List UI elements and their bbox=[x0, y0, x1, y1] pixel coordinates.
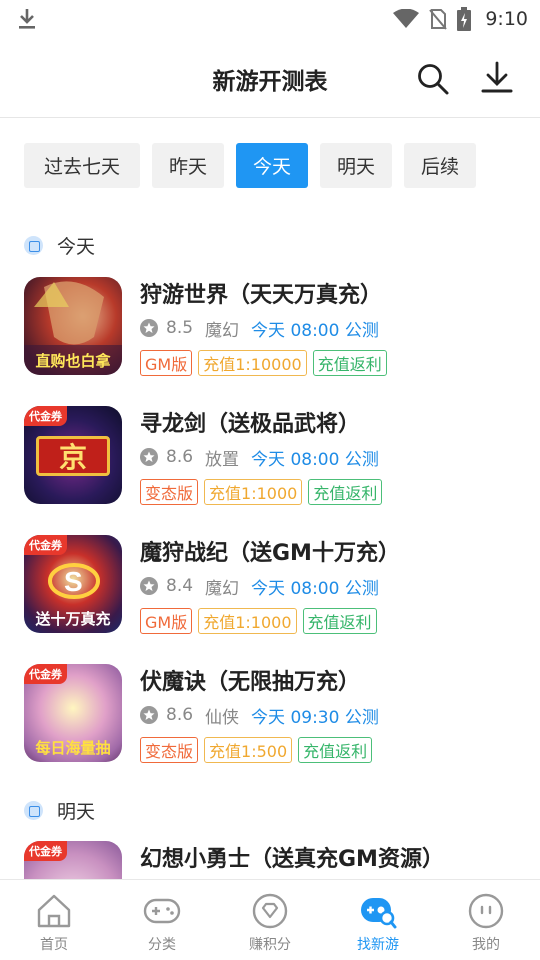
tag: 充值1:500 bbox=[204, 737, 293, 763]
open-time: 今天 08:00 公测 bbox=[251, 449, 379, 470]
page-title: 新游开测表 bbox=[212, 69, 328, 95]
list-item[interactable]: 代金券 每日海量抽 伏魔诀（无限抽万充） 8.6 仙侠 今天 09:30 公测 … bbox=[24, 664, 524, 764]
icon-emblem: 京 bbox=[36, 436, 110, 476]
wifi-icon bbox=[393, 9, 420, 28]
tag: GM版 bbox=[140, 608, 193, 634]
tag: 充值1:10000 bbox=[198, 350, 307, 376]
genre: 魔幻 bbox=[205, 320, 240, 341]
tag: 充值1:1000 bbox=[198, 608, 297, 634]
rating: 8.4 bbox=[166, 576, 194, 596]
nav-label: 首页 bbox=[40, 937, 68, 953]
nav-label: 找新游 bbox=[357, 937, 399, 953]
section-title: 今天 bbox=[57, 235, 96, 258]
open-time: 今天 09:30 公测 bbox=[251, 707, 379, 728]
tag: 充值返利 bbox=[302, 608, 377, 634]
date-tabs: 过去七天 昨天 今天 明天 后续 bbox=[24, 143, 488, 188]
tag: 充值返利 bbox=[308, 479, 383, 505]
open-time: 今天 08:00 公测 bbox=[251, 320, 379, 341]
tag-list: GM版 充值1:1000 充值返利 bbox=[140, 608, 383, 634]
tag-list: 变态版 充值1:1000 充值返利 bbox=[140, 479, 388, 505]
game-icon: 代金券 每日海量抽 bbox=[24, 664, 122, 762]
tab-yesterday[interactable]: 昨天 bbox=[152, 143, 224, 188]
nav-profile[interactable]: 我的 bbox=[432, 880, 540, 960]
voucher-badge: 代金券 bbox=[24, 406, 67, 426]
nav-label: 赚积分 bbox=[249, 937, 291, 953]
nav-home[interactable]: 首页 bbox=[0, 880, 108, 960]
icon-caption: 京 bbox=[58, 441, 87, 474]
nav-category[interactable]: 分类 bbox=[108, 880, 216, 960]
find-game-icon bbox=[361, 898, 397, 929]
status-bar: 9:10 bbox=[0, 0, 540, 38]
star-icon bbox=[140, 319, 158, 337]
genre: 放置 bbox=[205, 449, 240, 470]
rating: 8.6 bbox=[166, 447, 194, 467]
download-notification-icon bbox=[19, 9, 35, 29]
search-icon[interactable] bbox=[416, 62, 450, 96]
icon-caption: 送十万真充 bbox=[35, 610, 111, 628]
star-icon bbox=[140, 706, 158, 724]
bottom-navigation: 首页 分类 赚积分 找新游 我的 bbox=[0, 879, 540, 960]
rating: 8.6 bbox=[166, 705, 194, 725]
home-icon bbox=[37, 894, 71, 928]
section-header-today: 今天 bbox=[24, 233, 96, 258]
svg-text:S: S bbox=[64, 566, 83, 597]
game-meta: 8.6 仙侠 今天 09:30 公测 bbox=[140, 704, 379, 728]
calendar-icon bbox=[24, 800, 43, 820]
tag-list: 变态版 充值1:500 充值返利 bbox=[140, 737, 378, 763]
section-title: 明天 bbox=[57, 800, 96, 823]
list-item[interactable]: 代金券 京 寻龙剑（送极品武将） 8.6 放置 今天 08:00 公测 变态版 … bbox=[24, 406, 524, 506]
nav-earn-points[interactable]: 赚积分 bbox=[216, 880, 324, 960]
game-icon: 代金券 京 bbox=[24, 406, 122, 504]
nav-label: 我的 bbox=[472, 937, 500, 953]
game-icon: 代金券 S 送十万真充 bbox=[24, 535, 122, 633]
game-icon: 代金券 bbox=[24, 841, 122, 879]
download-icon[interactable] bbox=[480, 60, 514, 96]
tab-past-seven-days[interactable]: 过去七天 bbox=[24, 143, 140, 188]
gamepad-icon bbox=[143, 898, 181, 924]
game-icon: 直购也白拿 bbox=[24, 277, 122, 375]
game-meta: 8.6 放置 今天 08:00 公测 bbox=[140, 446, 379, 470]
genre: 仙侠 bbox=[205, 707, 240, 728]
game-name: 幻想小勇士（送真充GM资源） bbox=[140, 847, 444, 872]
game-name: 狩游世界（天天万真充） bbox=[140, 283, 383, 308]
game-meta: 8.4 魔幻 今天 08:00 公测 bbox=[140, 575, 379, 599]
voucher-badge: 代金券 bbox=[24, 841, 67, 861]
tag: 充值1:1000 bbox=[204, 479, 303, 505]
voucher-badge: 代金券 bbox=[24, 664, 67, 684]
star-icon bbox=[140, 448, 158, 466]
calendar-icon bbox=[24, 235, 43, 255]
tab-later[interactable]: 后续 bbox=[404, 143, 476, 188]
tab-today[interactable]: 今天 bbox=[236, 143, 308, 188]
icon-caption: 每日海量抽 bbox=[35, 739, 111, 757]
tag: 充值返利 bbox=[312, 350, 387, 376]
diamond-icon bbox=[252, 893, 288, 929]
rating: 8.5 bbox=[166, 318, 194, 338]
clock: 9:10 bbox=[485, 8, 528, 30]
tag: 充值返利 bbox=[298, 737, 373, 763]
app-header: 新游开测表 bbox=[0, 38, 540, 118]
tag: 变态版 bbox=[140, 479, 199, 505]
game-meta: 8.5 魔幻 今天 08:00 公测 bbox=[140, 317, 379, 341]
tab-tomorrow[interactable]: 明天 bbox=[320, 143, 392, 188]
star-icon bbox=[140, 577, 158, 595]
section-header-tomorrow: 明天 bbox=[24, 798, 96, 823]
nav-find-games[interactable]: 找新游 bbox=[324, 880, 432, 960]
tag-list: GM版 充值1:10000 充值返利 bbox=[140, 350, 393, 376]
list-item[interactable]: 代金券 S 送十万真充 魔狩战纪（送GM十万充） 8.4 魔幻 今天 08:00… bbox=[24, 535, 524, 635]
battery-charging-icon bbox=[457, 7, 472, 31]
genre: 魔幻 bbox=[205, 578, 240, 599]
game-name: 伏魔诀（无限抽万充） bbox=[140, 670, 361, 695]
list-item[interactable]: 直购也白拿 狩游世界（天天万真充） 8.5 魔幻 今天 08:00 公测 GM版… bbox=[24, 277, 524, 377]
icon-caption: 直购也白拿 bbox=[35, 352, 111, 370]
no-sim-icon bbox=[429, 9, 448, 30]
game-name: 寻龙剑（送极品武将） bbox=[140, 412, 361, 437]
list-item[interactable]: 代金券 幻想小勇士（送真充GM资源） bbox=[24, 841, 524, 879]
profile-icon bbox=[468, 893, 504, 929]
tag: 变态版 bbox=[140, 737, 199, 763]
nav-label: 分类 bbox=[148, 937, 176, 953]
game-name: 魔狩战纪（送GM十万充） bbox=[140, 541, 400, 566]
open-time: 今天 08:00 公测 bbox=[251, 578, 379, 599]
tag: GM版 bbox=[140, 350, 193, 376]
